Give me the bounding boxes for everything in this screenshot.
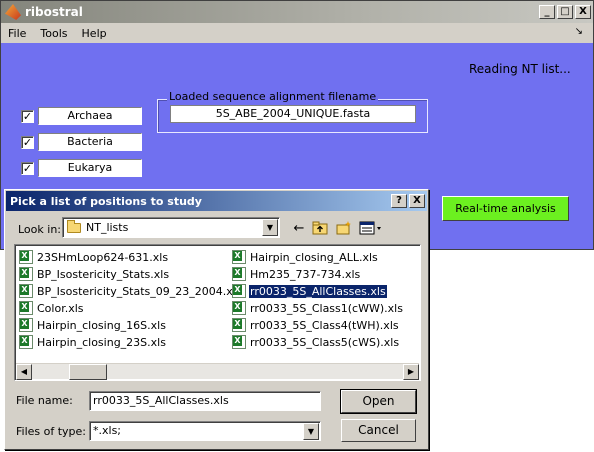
excel-file-icon [19,284,33,298]
chevron-down-icon[interactable]: ▼ [303,423,319,440]
status-text: Reading NT list... [469,62,571,76]
excel-file-icon [19,250,33,264]
checkbox-archaea-box[interactable]: ✓ [21,109,34,123]
filename-group-label: Loaded sequence alignment filename [167,90,379,103]
checkbox-bacteria[interactable]: ✓ Bacteria [21,133,142,151]
excel-file-icon [232,335,246,349]
dock-arrow-icon[interactable]: ↘ [575,26,583,37]
file-name: BP_Isostericity_Stats.xls [37,267,170,281]
checkbox-bacteria-label: Bacteria [38,133,142,151]
list-item[interactable]: Hairpin_closing_ALL.xls [232,249,379,265]
list-item[interactable]: BP_Isostericity_Stats_09_23_2004.xls [19,283,243,299]
file-dialog: Pick a list of positions to study ? X Lo… [4,189,429,450]
list-item[interactable]: BP_Isostericity_Stats.xls [19,266,170,282]
excel-file-icon [232,284,246,298]
list-item[interactable]: 23SHmLoop624-631.xls [19,249,169,265]
back-arrow-icon[interactable]: ← [290,219,308,237]
list-item[interactable]: rr0033_5S_Class1(cWW).xls [232,300,404,316]
checkbox-archaea[interactable]: ✓ Archaea [21,107,142,125]
excel-file-icon [19,301,33,315]
matlab-logo-icon [5,4,21,20]
list-item[interactable]: rr0033_5S_Class4(tWH).xls [232,317,400,333]
view-menu-icon[interactable] [357,219,385,237]
window-title: ribostral [25,5,83,19]
checkbox-bacteria-box[interactable]: ✓ [21,135,34,149]
new-folder-icon[interactable] [335,219,353,237]
lookin-label: Look in: [18,223,61,236]
filename-input[interactable]: rr0033_5S_AllClasses.xls [89,391,321,411]
file-name: BP_Isostericity_Stats_09_23_2004.xls [37,284,242,298]
horizontal-scrollbar[interactable]: ◀ ▶ [16,363,419,380]
scroll-right-icon[interactable]: ▶ [403,364,419,380]
filetype-label: Files of type: [16,425,87,438]
checkbox-eukarya-label: Eukarya [38,159,142,177]
dialog-close-button[interactable]: X [409,194,425,208]
realtime-analysis-button[interactable]: Real-time analysis [442,196,569,221]
scrollbar-thumb[interactable] [69,364,107,380]
menu-bar: File Tools Help ↘ [1,23,593,43]
excel-file-icon [232,301,246,315]
menu-help[interactable]: Help [75,27,114,40]
menu-file[interactable]: File [1,27,33,40]
close-button[interactable]: X [575,5,591,19]
checkbox-archaea-label: Archaea [38,107,142,125]
excel-file-icon [232,318,246,332]
file-list[interactable]: 23SHmLoop624-631.xls BP_Isostericity_Sta… [14,244,421,381]
file-name: Hairpin_closing_16S.xls [37,318,166,332]
list-item[interactable]: Hm235_737-734.xls [232,266,361,282]
chevron-down-icon[interactable]: ▼ [262,219,278,236]
list-item[interactable]: Hairpin_closing_16S.xls [19,317,167,333]
file-name: 23SHmLoop624-631.xls [37,250,169,264]
excel-file-icon [19,318,33,332]
excel-file-icon [232,267,246,281]
dialog-title: Pick a list of positions to study [10,194,202,208]
loaded-filename-field[interactable]: 5S_ABE_2004_UNIQUE.fasta [170,105,416,123]
file-name: rr0033_5S_AllClasses.xls [248,283,388,299]
excel-file-icon [19,267,33,281]
lookin-dropdown[interactable]: NT_lists ▼ [62,217,280,238]
help-button[interactable]: ? [391,194,407,208]
minimize-button[interactable]: _ [539,5,555,19]
excel-file-icon [19,335,33,349]
file-name: Hairpin_closing_ALL.xls [250,250,378,264]
file-name: Hairpin_closing_23S.xls [37,335,166,349]
list-item[interactable]: Hairpin_closing_23S.xls [19,334,167,350]
menu-tools[interactable]: Tools [33,27,74,40]
file-name: rr0033_5S_Class5(cWS).xls [250,335,400,349]
file-name: rr0033_5S_Class1(cWW).xls [250,301,403,315]
filetype-value: *.xls; [93,424,121,437]
open-button[interactable]: Open [341,390,416,413]
scroll-left-icon[interactable]: ◀ [16,364,32,380]
lookin-value: NT_lists [86,221,129,234]
filetype-dropdown[interactable]: *.xls; ▼ [89,421,321,441]
cancel-button[interactable]: Cancel [341,419,416,442]
list-item-selected[interactable]: rr0033_5S_AllClasses.xls [232,283,388,299]
main-titlebar[interactable]: ribostral _ □ X [1,1,593,23]
filename-label: File name: [16,394,73,407]
list-item[interactable]: rr0033_5S_Class5(cWS).xls [232,334,400,350]
maximize-button[interactable]: □ [557,5,573,19]
up-folder-icon[interactable] [311,219,329,237]
checkbox-eukarya-box[interactable]: ✓ [21,161,34,175]
file-name: Color.xls [37,301,84,315]
list-item[interactable]: Color.xls [19,300,85,316]
file-name: Hm235_737-734.xls [250,267,361,281]
file-name: rr0033_5S_Class4(tWH).xls [250,318,399,332]
folder-icon [67,219,81,233]
dialog-titlebar[interactable]: Pick a list of positions to study ? X [6,191,427,211]
excel-file-icon [232,250,246,264]
checkbox-eukarya[interactable]: ✓ Eukarya [21,159,142,177]
